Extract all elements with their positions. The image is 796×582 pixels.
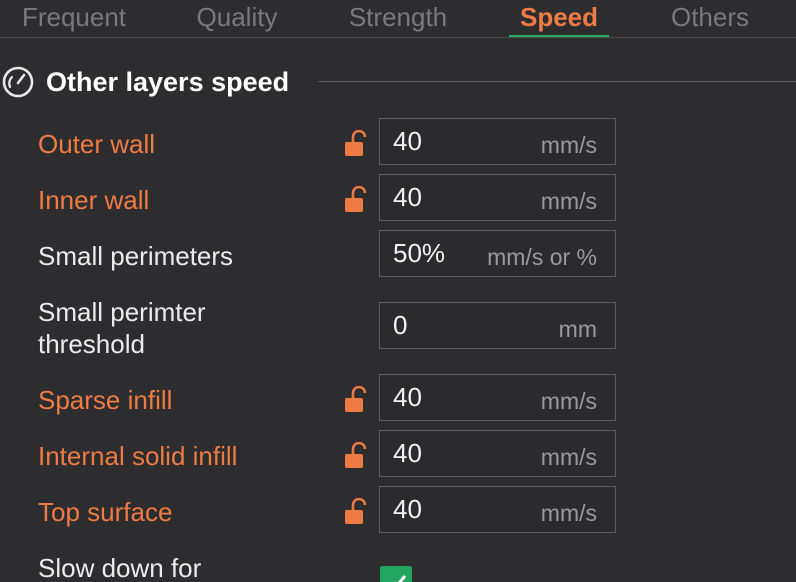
field-unit: mm	[558, 316, 597, 342]
setting-label-line2: threshold	[38, 329, 145, 359]
sparse-infill-input[interactable]: 40 mm/s	[379, 374, 616, 421]
tab-strength[interactable]: Strength	[332, 0, 464, 37]
field-unit: mm/s	[540, 132, 597, 158]
setting-row-top-surface: Top surface 40 mm/s	[0, 486, 796, 534]
top-surface-input[interactable]: 40 mm/s	[379, 486, 616, 533]
setting-label: Inner wall	[38, 185, 150, 215]
setting-label: Outer wall	[38, 129, 156, 159]
inner-wall-input[interactable]: 40 mm/s	[379, 174, 616, 221]
field-value: 50%	[393, 238, 446, 268]
setting-row-inner-wall: Inner wall 40 mm/s	[0, 174, 796, 222]
section-title: Other layers speed	[46, 67, 290, 97]
section-header: Other layers speed	[0, 62, 796, 102]
setting-row-slow-down: Slow down for	[0, 550, 796, 582]
checkmark-icon	[389, 575, 407, 582]
slow-down-checkbox[interactable]	[380, 566, 412, 582]
small-perimeter-threshold-input[interactable]: 0 mm	[379, 302, 616, 349]
outer-wall-input[interactable]: 40 mm/s	[379, 118, 616, 165]
field-value: 0	[393, 310, 408, 340]
small-perimeters-input[interactable]: 50% mm/s or %	[379, 230, 616, 277]
setting-row-sparse-infill: Sparse infill 40 mm/s	[0, 374, 796, 422]
section-divider	[318, 81, 796, 82]
field-unit: mm/s	[540, 500, 597, 526]
field-value: 40	[393, 126, 422, 156]
setting-label: Slow down for	[38, 553, 202, 582]
field-unit: mm/s	[540, 188, 597, 214]
unlock-icon[interactable]	[344, 498, 370, 526]
tab-bar: Frequent Quality Strength Speed Others	[0, 0, 796, 38]
gauge-icon	[2, 66, 34, 98]
field-value: 40	[393, 182, 422, 212]
setting-label: Small perimeters	[38, 241, 234, 271]
setting-row-outer-wall: Outer wall 40 mm/s	[0, 118, 796, 166]
tab-frequent[interactable]: Frequent	[8, 0, 140, 37]
field-value: 40	[393, 382, 422, 412]
tab-speed[interactable]: Speed	[509, 0, 609, 37]
internal-solid-infill-input[interactable]: 40 mm/s	[379, 430, 616, 477]
field-value: 40	[393, 438, 422, 468]
setting-label: Internal solid infill	[38, 441, 238, 471]
field-unit: mm/s	[540, 444, 597, 470]
setting-label-line1: Small perimter	[38, 297, 206, 327]
field-unit: mm/s or %	[487, 244, 597, 270]
setting-label: Top surface	[38, 497, 173, 527]
unlock-icon[interactable]	[344, 442, 370, 470]
setting-row-small-perimeter-threshold: Small perimter threshold 0 mm	[0, 296, 796, 364]
tab-others[interactable]: Others	[630, 0, 790, 37]
tab-quality[interactable]: Quality	[178, 0, 296, 37]
field-unit: mm/s	[540, 388, 597, 414]
setting-row-internal-solid-infill: Internal solid infill 40 mm/s	[0, 430, 796, 478]
field-value: 40	[393, 494, 422, 524]
unlock-icon[interactable]	[344, 130, 370, 158]
unlock-icon[interactable]	[344, 386, 370, 414]
setting-label: Sparse infill	[38, 385, 173, 415]
setting-row-small-perimeters: Small perimeters 50% mm/s or %	[0, 230, 796, 278]
unlock-icon[interactable]	[344, 186, 370, 214]
